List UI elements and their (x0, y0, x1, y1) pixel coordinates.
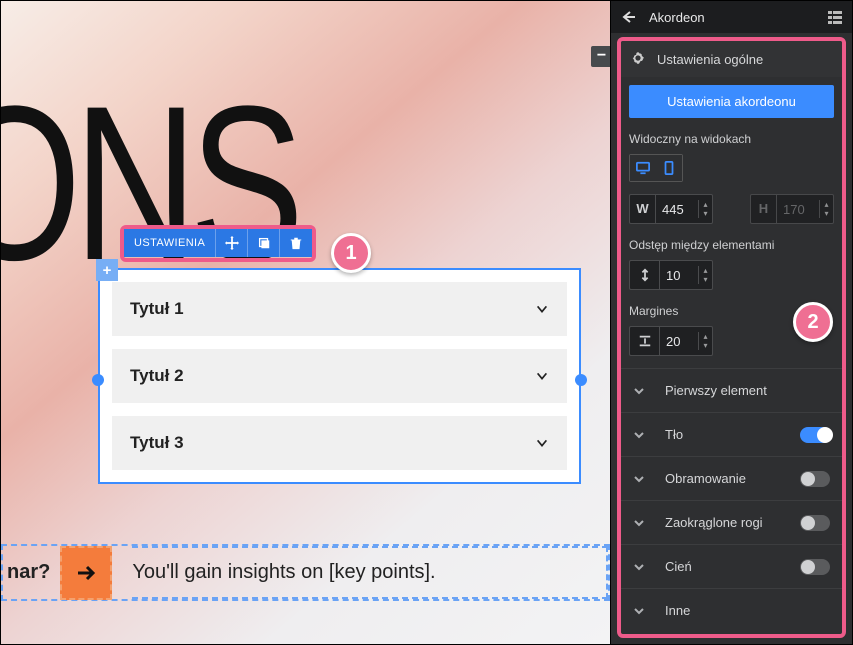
chevron-down-icon (535, 436, 549, 450)
chevron-down-icon (633, 517, 645, 529)
chevron-down-icon (633, 429, 645, 441)
spacing-stepper[interactable]: ▴▾ (698, 266, 712, 284)
section-other[interactable]: Inne (621, 588, 842, 632)
border-toggle[interactable] (800, 471, 830, 487)
shadow-toggle[interactable] (800, 559, 830, 575)
chevron-down-icon (535, 369, 549, 383)
section-label: Tło (659, 427, 786, 442)
width-stepper[interactable]: ▴▾ (698, 200, 712, 218)
height-input: H 170 ▴▾ (750, 194, 834, 224)
section-label: Inne (659, 603, 830, 618)
section-label: Zaokrąglone rogi (659, 515, 786, 530)
resize-handle-left[interactable] (92, 374, 104, 386)
arrow-right-icon (76, 563, 96, 583)
accordion-item-title: Tytuł 2 (130, 366, 184, 386)
mobile-toggle[interactable] (656, 155, 682, 181)
cta-question: nar? (3, 561, 60, 584)
cta-arrow-button[interactable] (60, 546, 112, 600)
panel-title: Akordeon (649, 10, 814, 25)
section-label: Obramowanie (659, 471, 786, 486)
margin-icon (629, 326, 659, 356)
accordion-item-title: Tytuł 3 (130, 433, 184, 453)
toolbar-settings-button[interactable]: USTAWIENIA (124, 229, 216, 257)
spacing-icon (629, 260, 659, 290)
margin-input[interactable]: 20 ▴▾ (659, 326, 713, 356)
cta-text-container[interactable]: You'll gain insights on [key points]. (132, 546, 608, 599)
add-element-button[interactable]: + (96, 259, 118, 281)
chevron-down-icon (633, 385, 645, 397)
list-view-icon[interactable] (824, 9, 846, 25)
height-stepper: ▴▾ (819, 200, 833, 218)
section-first-element[interactable]: Pierwszy element (621, 368, 842, 412)
spacing-label: Odstęp między elementami (629, 238, 834, 252)
resize-handle-right[interactable] (575, 374, 587, 386)
cta-section[interactable]: nar? You'll gain insights on [key points… (1, 544, 610, 601)
accordion-container: Tytuł 1 Tytuł 2 Tytuł 3 (98, 268, 581, 484)
rounded-toggle[interactable] (800, 515, 830, 531)
accordion-item[interactable]: Tytuł 3 (112, 416, 567, 470)
section-rounded-corners[interactable]: Zaokrąglone rogi (621, 500, 842, 544)
chevron-down-icon (633, 473, 645, 485)
delete-icon[interactable] (280, 229, 312, 257)
chevron-down-icon (633, 605, 645, 617)
chevron-down-icon (535, 302, 549, 316)
accordion-item-title: Tytuł 1 (130, 299, 184, 319)
desktop-toggle[interactable] (630, 155, 656, 181)
spacing-input[interactable]: 10 ▴▾ (659, 260, 713, 290)
collapse-button[interactable]: − (591, 46, 611, 67)
panel-header: Akordeon (611, 1, 852, 33)
visible-on-views-label: Widoczny na widokach (629, 132, 834, 146)
margin-stepper[interactable]: ▴▾ (698, 332, 712, 350)
spacing-value[interactable]: 10 (660, 268, 698, 283)
margin-value[interactable]: 20 (660, 334, 698, 349)
general-settings-header: Ustawienia ogólne (621, 41, 842, 77)
duplicate-icon[interactable] (248, 229, 280, 257)
height-value: 170 (777, 202, 819, 217)
width-label: W (630, 195, 656, 223)
widget-toolbar: USTAWIENIA (124, 229, 312, 257)
back-button[interactable] (617, 9, 639, 25)
accordion-item[interactable]: Tytuł 1 (112, 282, 567, 336)
background-toggle[interactable] (800, 427, 830, 443)
section-background[interactable]: Tło (621, 412, 842, 456)
move-icon[interactable] (216, 229, 248, 257)
section-shadow[interactable]: Cień (621, 544, 842, 588)
cta-text: You'll gain insights on [key points]. (132, 561, 435, 584)
width-value[interactable]: 445 (656, 202, 698, 217)
device-visibility-toggle (629, 154, 683, 182)
gear-icon (631, 51, 645, 68)
annotation-badge-2: 2 (793, 302, 833, 342)
general-settings-label: Ustawienia ogólne (657, 52, 763, 67)
toolbar-highlight: USTAWIENIA (120, 225, 316, 262)
accordion-settings-button[interactable]: Ustawienia akordeonu (629, 85, 834, 118)
section-label: Cień (659, 559, 786, 574)
annotation-badge-1: 1 (331, 233, 371, 273)
accordion-item[interactable]: Tytuł 2 (112, 349, 567, 403)
height-label: H (751, 195, 777, 223)
editor-canvas[interactable]: TIONS − + USTAWIENIA Tytuł 1 (0, 0, 611, 645)
section-border[interactable]: Obramowanie (621, 456, 842, 500)
chevron-down-icon (633, 561, 645, 573)
section-label: Pierwszy element (659, 383, 830, 398)
accordion-widget[interactable]: + USTAWIENIA Tytuł 1 (98, 268, 581, 484)
width-input[interactable]: W 445 ▴▾ (629, 194, 713, 224)
